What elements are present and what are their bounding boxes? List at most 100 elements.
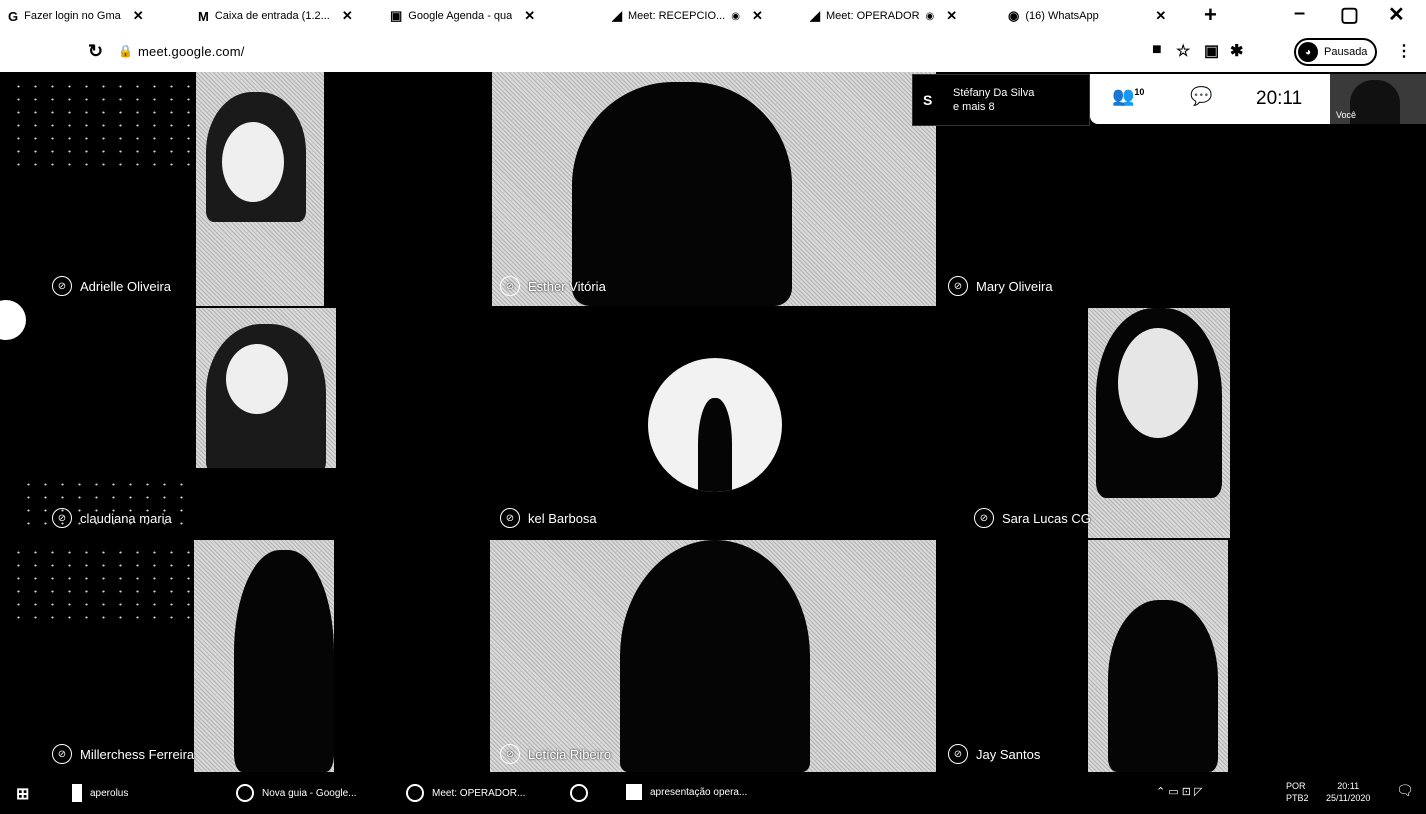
participant-video [196, 308, 336, 468]
tab-meet-recepcao[interactable]: ◢ Meet: RECEPCIO... ◉ ✕ [612, 4, 763, 28]
participant-tile-sara[interactable]: ⊘ Sara Lucas CG [938, 308, 1426, 538]
windows-start-icon[interactable]: ⊞ [16, 784, 29, 804]
close-tab-icon[interactable]: ✕ [1155, 8, 1166, 24]
meeting-clock: 20:11 [1256, 88, 1303, 109]
new-tab-button[interactable]: + [1204, 2, 1217, 28]
participant-name-tag: ⊘ Letícia Ribeiro [500, 744, 611, 764]
mic-off-icon: ⊘ [948, 744, 968, 764]
tab-label: Google Agenda - qua [408, 10, 513, 22]
participant-avatar [648, 358, 782, 492]
language-indicator[interactable]: POR PTB2 [1286, 780, 1309, 804]
camera-in-use-icon[interactable]: ■ [1152, 41, 1162, 59]
close-window-button[interactable]: ✕ [1388, 2, 1405, 27]
participant-tile-millerchess[interactable]: ⊘ Millerchess Ferreira [0, 540, 490, 772]
people-button[interactable]: 👥10 [1112, 86, 1144, 107]
tab-whatsapp[interactable]: ◉ (16) WhatsApp ✕ [1008, 4, 1166, 28]
profile-status-label: Pausada [1324, 46, 1368, 58]
participant-video [194, 540, 334, 772]
participant-tile-adrielle[interactable]: ⊘ Adrielle Oliveira [0, 72, 490, 306]
meet-icon: ◢ [810, 8, 820, 23]
participant-name-tag: ⊘ claudiana maria [52, 508, 172, 528]
meet-icon: ◢ [612, 8, 622, 23]
mic-off-icon: ⊘ [948, 276, 968, 296]
gmail-icon: M [198, 8, 209, 24]
mic-off-icon: ⊘ [500, 508, 520, 528]
close-tab-icon[interactable]: ✕ [342, 8, 353, 24]
taskbar-item-chrome-newtab[interactable]: Nova guia - Google... [236, 784, 357, 802]
taskbar-item-app[interactable] [570, 784, 596, 802]
reload-icon[interactable]: ↻ [88, 41, 103, 62]
whatsapp-icon: ◉ [1008, 8, 1020, 23]
minimize-button[interactable]: – [1294, 2, 1305, 25]
close-tab-icon[interactable]: ✕ [752, 8, 763, 24]
meet-video-grid: ⊘ Adrielle Oliveira ⊘ Esther Vitória ⊘ M… [0, 72, 1426, 772]
extension-icon[interactable]: ▣ [1204, 41, 1219, 61]
participant-name-tag: ⊘ Millerchess Ferreira [52, 744, 194, 764]
people-count: 10 [1134, 87, 1145, 97]
bookmark-star-icon[interactable]: ☆ [1176, 41, 1190, 61]
mic-off-icon: ⊘ [974, 508, 994, 528]
chat-icon: 💬 [1190, 86, 1213, 106]
participant-name-tag: ⊘ Sara Lucas CG [974, 508, 1091, 528]
chat-button[interactable]: 💬 [1190, 86, 1212, 107]
participant-video [490, 540, 936, 772]
close-tab-icon[interactable]: ✕ [946, 8, 957, 24]
notifications-icon[interactable]: 🗨 [1396, 783, 1414, 797]
close-tab-icon[interactable]: ✕ [133, 8, 144, 24]
meet-top-panel: 👥10 💬 20:11 [1090, 74, 1330, 124]
tab-gmail-login[interactable]: G Fazer login no Gma ✕ [8, 4, 144, 28]
taskbar-clock[interactable]: 20:11 25/11/2020 [1326, 780, 1370, 804]
extensions-puzzle-icon[interactable]: ✱ [1230, 41, 1243, 61]
maximize-button[interactable]: ▢ [1340, 2, 1359, 27]
recording-icon: ◉ [925, 10, 935, 22]
tab-label: Meet: RECEPCIO... [628, 10, 726, 22]
participant-name-tag: ⊘ Esther Vitória [500, 276, 606, 296]
self-view-tile[interactable]: Você [1330, 74, 1426, 124]
participant-name-tag: ⊘ Mary Oliveira [948, 276, 1053, 296]
google-icon: G [8, 8, 19, 24]
participant-tile-jay[interactable]: ⊘ Jay Santos [938, 540, 1426, 772]
participants-summary: Stéfany Da Silva e mais 8 [953, 87, 1035, 113]
participant-tile-claudiana[interactable]: ⊘ claudiana maria [0, 308, 490, 538]
mic-off-icon: ⊘ [52, 508, 72, 528]
browser-tab-bar: G Fazer login no Gma ✕ M Caixa de entrad… [0, 0, 1426, 32]
tab-label: (16) WhatsApp [1025, 10, 1099, 22]
participant-name-tag: ⊘ Adrielle Oliveira [52, 276, 171, 296]
participant-video [1088, 540, 1228, 772]
tab-gmail-inbox[interactable]: M Caixa de entrada (1.2... ✕ [198, 4, 353, 28]
tab-label: Meet: OPERADOR [826, 10, 920, 22]
chrome-icon [236, 784, 254, 802]
participant-tile-leticia[interactable]: ⊘ Letícia Ribeiro [490, 540, 936, 772]
tab-google-calendar[interactable]: ▣ Google Agenda - qua ✕ [390, 4, 535, 28]
participant-video [196, 72, 324, 306]
people-icon: 👥 [1112, 86, 1135, 106]
mic-off-icon: ⊘ [52, 744, 72, 764]
profile-button[interactable]: ◕ Pausada [1294, 38, 1378, 66]
participant-video [1088, 308, 1230, 538]
taskbar: ⊞ aperolus Nova guia - Google... Meet: O… [0, 772, 1426, 814]
chrome-icon [406, 784, 424, 802]
tab-label: Caixa de entrada (1.2... [214, 10, 330, 22]
tab-label: Fazer login no Gma [24, 10, 121, 22]
calendar-icon: ▣ [390, 8, 403, 23]
participant-tile-esther[interactable]: ⊘ Esther Vitória [492, 72, 936, 306]
participant-tile-kel[interactable]: ⊘ kel Barbosa [492, 308, 936, 538]
mic-off-icon: ⊘ [500, 276, 520, 296]
taskbar-item-powerpoint[interactable]: apresentação opera... [626, 784, 747, 800]
avatar: ◕ [1298, 42, 1318, 62]
system-tray-icons[interactable]: ⌃ ▭ ⊡ ◸ [1156, 786, 1202, 798]
avatar: S [923, 92, 933, 108]
lock-icon[interactable]: 🔒 [118, 44, 133, 58]
participant-name-tag: ⊘ kel Barbosa [500, 508, 597, 528]
taskbar-item-meet-operador[interactable]: Meet: OPERADOR... [406, 784, 525, 802]
participants-chip[interactable]: S Stéfany Da Silva e mais 8 [912, 74, 1090, 126]
tab-meet-operador[interactable]: ◢ Meet: OPERADOR ◉ ✕ [810, 4, 957, 28]
file-icon [72, 784, 82, 802]
address-bar: ↻ 🔒 meet.google.com/ ■ ☆ ▣ ✱ ◕ Pausada ⋮ [0, 32, 1426, 72]
mic-off-icon: ⊘ [52, 276, 72, 296]
url-field[interactable]: meet.google.com/ [138, 44, 245, 59]
taskbar-item-file[interactable]: aperolus [72, 784, 128, 802]
mic-off-icon: ⊘ [500, 744, 520, 764]
browser-menu-icon[interactable]: ⋮ [1396, 41, 1412, 61]
close-tab-icon[interactable]: ✕ [524, 8, 535, 24]
